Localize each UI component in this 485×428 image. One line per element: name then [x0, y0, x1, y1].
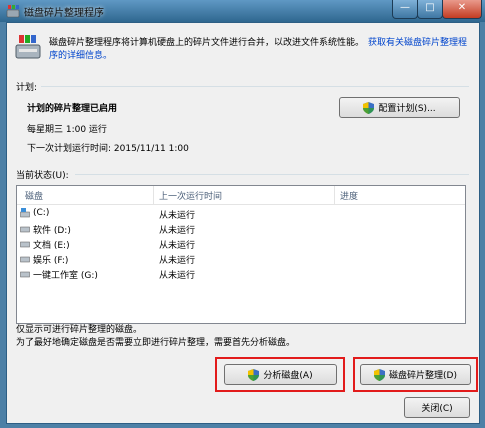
dialog-body: 磁盘碎片整理程序将计算机硬盘上的碎片文件进行合并，以改进文件系统性能。 获取有关…: [6, 22, 480, 424]
defragment-disk-button[interactable]: 磁盘碎片整理(D): [360, 364, 471, 385]
disk-name: 一键工作室 (G:): [33, 271, 98, 281]
disk-row[interactable]: 娱乐 (F:) 从未运行: [17, 251, 465, 266]
close-button[interactable]: 关闭(C): [404, 397, 470, 418]
disk-name: 文档 (E:): [33, 241, 70, 251]
disk-row[interactable]: 一键工作室 (G:) 从未运行: [17, 266, 465, 281]
drive-icon: [20, 241, 30, 248]
disk-row[interactable]: (C:) 从未运行: [17, 206, 465, 221]
disk-name: (C:): [33, 208, 50, 218]
drive-icon: [20, 271, 30, 278]
analyze-disk-button[interactable]: 分析磁盘(A): [224, 364, 337, 385]
schedule-frequency: 每星期三 1:00 运行: [27, 125, 107, 135]
disk-last-run: 从未运行: [159, 211, 196, 221]
close-button-label: 关闭(C): [421, 404, 453, 414]
disk-name: 娱乐 (F:): [33, 256, 69, 266]
maximize-button[interactable]: □: [417, 0, 443, 19]
title-bar[interactable]: 磁盘碎片整理程序 — □ ✕: [0, 0, 485, 22]
help-link[interactable]: 获取有关磁盘碎片整理程: [368, 35, 467, 48]
disk-row[interactable]: 软件 (D:) 从未运行: [17, 221, 465, 236]
minimize-button[interactable]: —: [392, 0, 418, 19]
defrag-app-icon: [6, 5, 20, 18]
disk-name: 软件 (D:): [33, 226, 71, 236]
disk-last-run: 从未运行: [159, 271, 196, 281]
defrag-large-icon: [15, 35, 41, 59]
system-drive-icon: [20, 208, 30, 218]
schedule-status: 计划的碎片整理已启用: [27, 104, 118, 114]
status-divider: [75, 174, 469, 175]
column-disk[interactable]: 磁盘: [25, 189, 43, 202]
uac-shield-icon: [374, 368, 386, 381]
drive-icon: [20, 256, 30, 263]
uac-shield-icon: [363, 101, 375, 114]
defragment-disk-label: 磁盘碎片整理(D): [389, 371, 457, 381]
schedule-divider: [41, 86, 469, 87]
help-link-continued[interactable]: 序的详细信息。: [49, 48, 112, 61]
note-line-1: 仅显示可进行碎片整理的磁盘。: [16, 325, 143, 335]
analyze-disk-label: 分析磁盘(A): [263, 371, 313, 381]
intro-text: 磁盘碎片整理程序将计算机硬盘上的碎片文件进行合并，以改进文件系统性能。: [49, 38, 365, 48]
uac-shield-icon: [248, 368, 260, 381]
defrag-window: 磁盘碎片整理程序 — □ ✕ 磁盘碎片整理程序将计算机硬盘上的碎片文件进行合并，…: [0, 0, 485, 428]
disk-row[interactable]: 文档 (E:) 从未运行: [17, 236, 465, 251]
column-progress[interactable]: 进度: [340, 189, 358, 202]
configure-schedule-label: 配置计划(S)...: [378, 104, 436, 114]
disk-last-run: 从未运行: [159, 241, 196, 251]
schedule-next-run: 下一次计划运行时间: 2015/11/11 1:00: [27, 144, 189, 154]
column-separator: [334, 186, 335, 204]
disk-last-run: 从未运行: [159, 256, 196, 266]
column-separator: [153, 186, 154, 204]
close-window-button[interactable]: ✕: [442, 0, 482, 19]
disk-list-header: 磁盘 上一次运行时间 进度: [17, 186, 465, 205]
schedule-header: 计划:: [16, 83, 38, 93]
column-last-run[interactable]: 上一次运行时间: [159, 189, 222, 202]
disk-list[interactable]: 磁盘 上一次运行时间 进度 (C:) 从未运行 软件 (D:) 从未运行 文档 (E:)…: [16, 185, 466, 324]
current-status-header: 当前状态(U):: [16, 171, 69, 181]
disk-last-run: 从未运行: [159, 226, 196, 236]
note-line-2: 为了最好地确定磁盘是否需要立即进行碎片整理，需要首先分析磁盘。: [16, 338, 296, 348]
drive-icon: [20, 226, 30, 233]
window-title: 磁盘碎片整理程序: [24, 8, 104, 19]
configure-schedule-button[interactable]: 配置计划(S)...: [339, 97, 460, 118]
